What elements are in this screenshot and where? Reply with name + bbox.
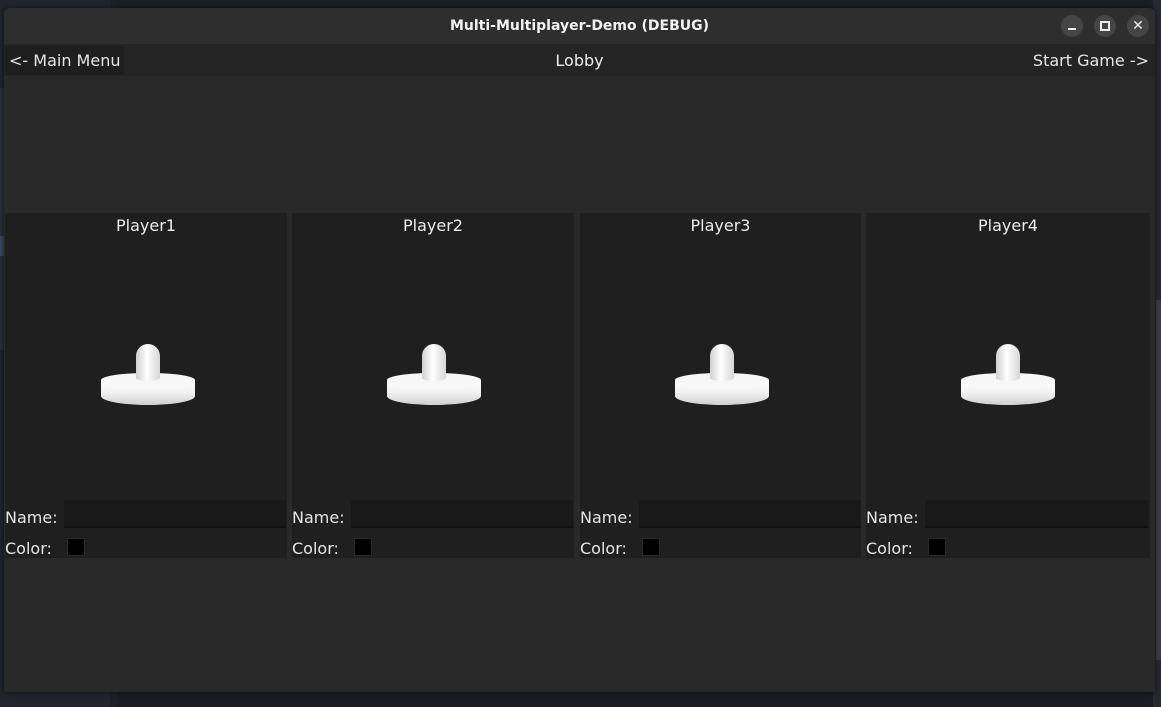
lobby-screen: Lobby <- Main Menu Start Game -> Player1 [4,44,1155,692]
player-slot-2: Player2 Name: Color: [292,213,574,558]
color-label: Color: [866,539,913,558]
background-ide-scrollbar [1156,300,1161,660]
color-label: Color: [580,539,627,558]
player-slot-1: Player1 Name: Color: [5,213,287,558]
player-model-icon [387,344,481,405]
window-title: Multi-Multiplayer-Demo (DEBUG) [449,18,710,34]
minimize-button[interactable] [1061,15,1083,37]
color-picker-swatch[interactable] [642,538,660,556]
name-label: Name: [5,508,58,527]
name-input[interactable] [351,500,573,528]
player-slot-title: Player1 [116,215,176,235]
start-game-button[interactable]: Start Game -> [1033,46,1149,75]
name-input[interactable] [64,500,286,528]
lobby-topbar: Lobby <- Main Menu Start Game -> [4,44,1155,76]
minimize-icon [1068,28,1076,30]
background-ide-bottombar [118,692,1161,707]
name-label: Name: [580,508,633,527]
maximize-button[interactable] [1094,15,1116,37]
player-model-icon [961,344,1055,405]
player-model-icon [101,344,195,405]
player-slot-3: Player3 Name: Color: [580,213,861,558]
game-window: Multi-Multiplayer-Demo (DEBUG) ✕ Lobby <… [4,8,1155,692]
color-picker-swatch[interactable] [67,538,85,556]
player-slot-title: Player4 [978,215,1038,235]
main-menu-button[interactable]: <- Main Menu [5,46,125,75]
maximize-icon [1100,21,1110,31]
player-slot-title: Player2 [403,215,463,235]
player-model-icon [675,344,769,405]
player-slot-title: Player3 [690,215,751,235]
name-input[interactable] [925,500,1148,528]
close-button[interactable]: ✕ [1127,15,1149,37]
name-label: Name: [292,508,345,527]
color-picker-swatch[interactable] [928,538,946,556]
name-input[interactable] [639,500,861,528]
player-slot-4: Player4 Name: Color: [866,213,1150,558]
color-label: Color: [5,539,52,558]
color-label: Color: [292,539,339,558]
color-picker-swatch[interactable] [354,538,372,556]
page-title: Lobby [555,50,604,70]
window-titlebar[interactable]: Multi-Multiplayer-Demo (DEBUG) ✕ [4,8,1155,44]
close-icon: ✕ [1132,18,1144,34]
name-label: Name: [866,508,919,527]
